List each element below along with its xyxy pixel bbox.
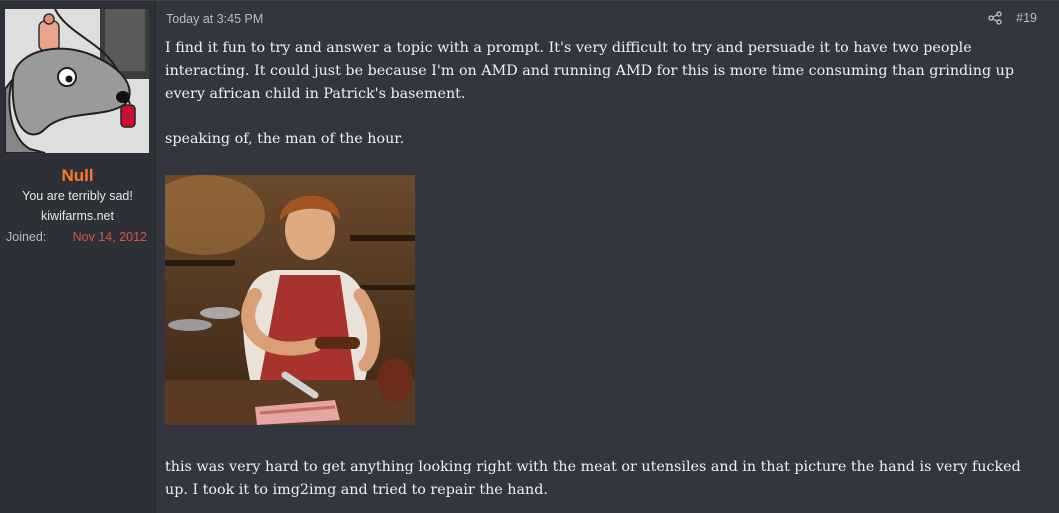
post-actions: #19 [988, 11, 1037, 25]
post-timestamp[interactable]: Today at 3:45 PM [166, 12, 263, 26]
post-paragraph: I find it fun to try and answer a topic … [165, 40, 1015, 102]
joined-date: Nov 14, 2012 [72, 230, 147, 244]
share-icon[interactable] [988, 11, 1002, 25]
user-title: You are terribly sad! [22, 189, 133, 203]
avatar-dog-image [5, 9, 149, 153]
forum-post: Null You are terribly sad! kiwifarms.net… [0, 0, 1059, 513]
joined-label: Joined: [6, 230, 47, 244]
post-paragraph: this was very hard to get anything looki… [165, 459, 1021, 498]
post-number[interactable]: #19 [1016, 11, 1037, 25]
username[interactable]: Null [0, 166, 155, 186]
user-subtitle: kiwifarms.net [41, 209, 114, 223]
user-sidebar: Null You are terribly sad! kiwifarms.net… [0, 1, 156, 513]
post-paragraph: speaking of, the man of the hour. [165, 131, 405, 147]
attached-image[interactable] [165, 175, 415, 425]
chef-illustration [165, 175, 415, 425]
avatar[interactable] [5, 9, 149, 153]
